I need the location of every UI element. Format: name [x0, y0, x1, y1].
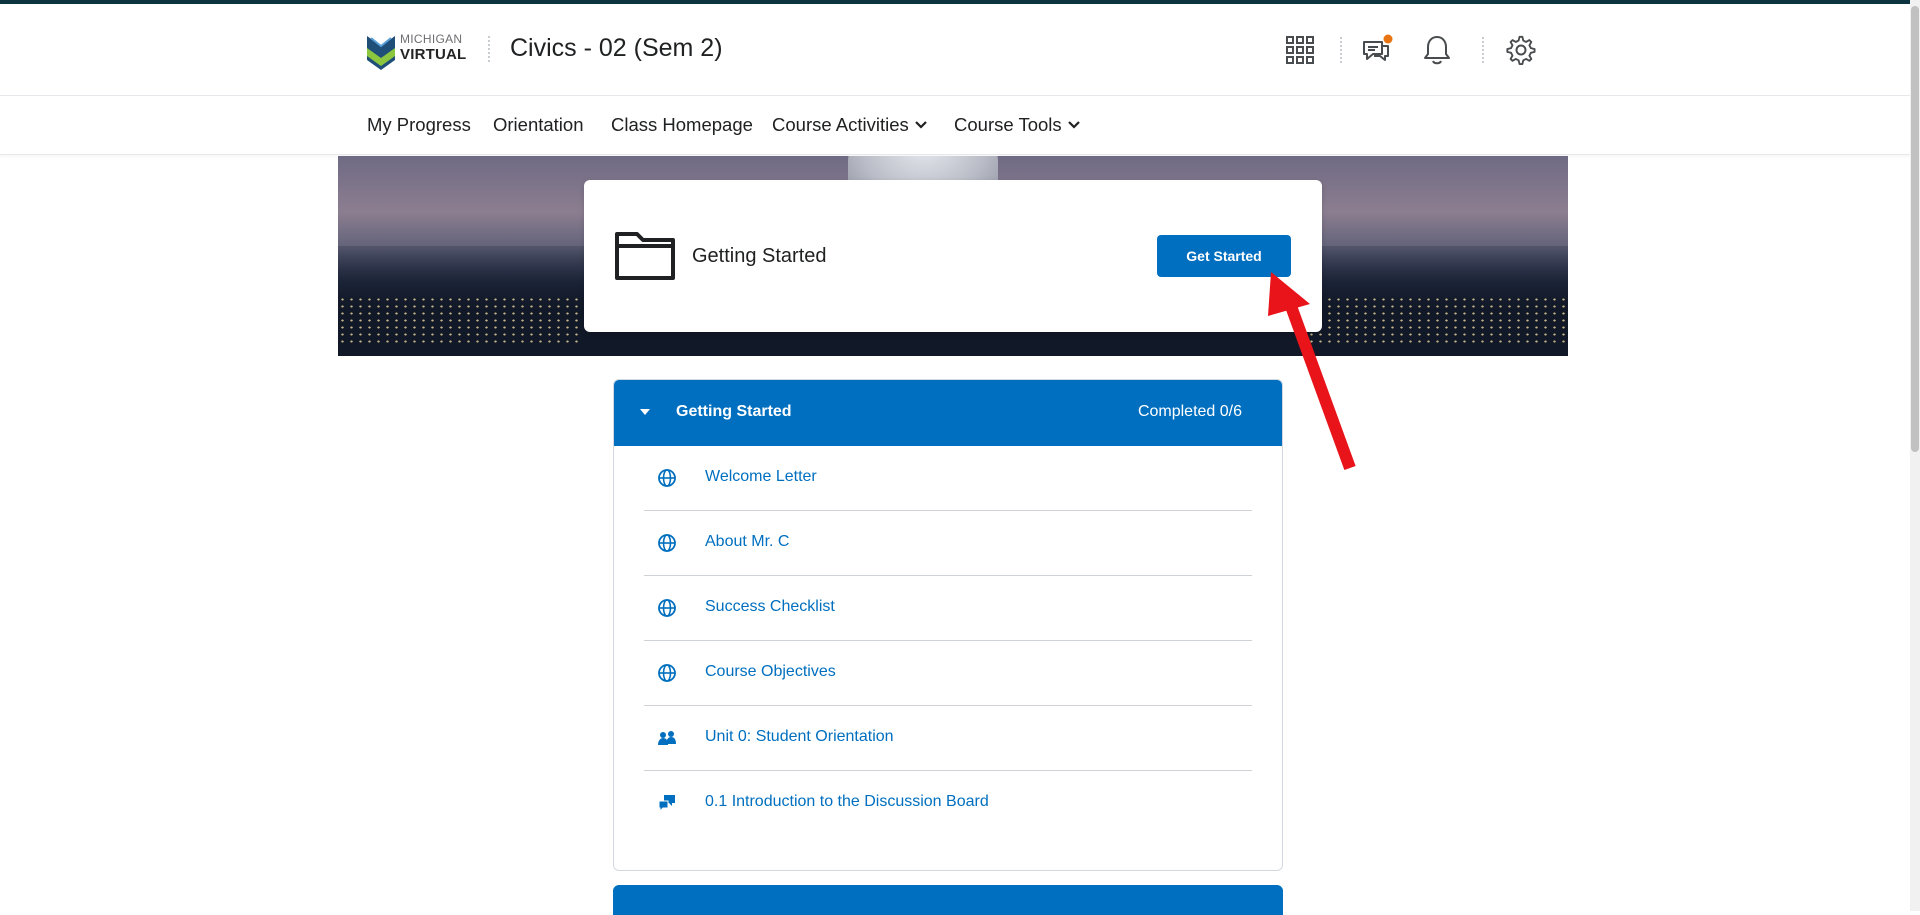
logo-text: MICHIGAN VIRTUAL [400, 33, 466, 62]
globe-icon [658, 664, 676, 682]
list-item[interactable]: Welcome Letter [644, 446, 1252, 511]
chevron-down-icon [914, 121, 927, 129]
completion-status: Completed 0/6 [1137, 403, 1242, 420]
discussion-icon [658, 795, 675, 813]
scrollbar-thumb[interactable] [1911, 6, 1919, 452]
nav-class-homepage[interactable]: Class Homepage [611, 114, 753, 136]
list-item[interactable]: Course Objectives [644, 641, 1252, 706]
item-link[interactable]: Welcome Letter [705, 468, 817, 486]
module-title: Getting Started [676, 403, 792, 420]
item-link[interactable]: Success Checklist [705, 598, 835, 616]
bell-icon[interactable] [1419, 32, 1455, 68]
caret-down-icon[interactable] [640, 409, 650, 415]
card-title: Getting Started [692, 245, 827, 267]
notification-dot [1383, 34, 1393, 44]
nav-course-activities[interactable]: Course Activities [772, 114, 927, 136]
page-scrollbar[interactable] [1910, 0, 1920, 911]
logo-line2: VIRTUAL [400, 46, 467, 63]
nav-label: Class Homepage [611, 114, 753, 135]
course-title[interactable]: Civics - 02 (Sem 2) [510, 34, 723, 63]
messages-icon[interactable] [1359, 32, 1395, 68]
waffle-grid-icon[interactable] [1282, 32, 1318, 68]
header-divider [1340, 37, 1344, 63]
logo-line1: MICHIGAN [400, 32, 463, 46]
chevron-down-icon [1067, 121, 1080, 129]
nav-label: My Progress [367, 114, 471, 135]
group-icon [658, 731, 676, 745]
globe-icon [658, 534, 676, 552]
nav-course-tools[interactable]: Course Tools [954, 114, 1080, 136]
folder-icon [615, 232, 675, 280]
getting-started-card: Getting Started Get Started [584, 180, 1322, 332]
nav-label: Orientation [493, 114, 584, 135]
nav-label: Course Tools [954, 114, 1062, 135]
city-lights [338, 296, 578, 346]
header-divider [1482, 37, 1486, 63]
module-getting-started: Getting Started Completed 0/6 Welcome Le… [613, 379, 1283, 871]
list-item[interactable]: Success Checklist [644, 576, 1252, 641]
list-item[interactable]: About Mr. C [644, 511, 1252, 576]
item-link[interactable]: About Mr. C [705, 533, 789, 551]
globe-icon [658, 469, 676, 487]
module-header[interactable]: Getting Started Completed 0/6 [614, 380, 1282, 446]
nav-my-progress[interactable]: My Progress [367, 114, 471, 136]
item-link[interactable]: Unit 0: Student Orientation [705, 728, 894, 746]
list-item[interactable]: Unit 0: Student Orientation [644, 706, 1252, 771]
item-link[interactable]: Course Objectives [705, 663, 836, 681]
header-bar: MICHIGAN VIRTUAL Civics - 02 (Sem 2) [0, 4, 1910, 96]
gear-icon[interactable] [1504, 32, 1540, 68]
nav-label: Course Activities [772, 114, 909, 135]
module-item-list: Welcome Letter About Mr. C Success Check… [644, 446, 1252, 835]
header-divider [488, 36, 492, 62]
nav-orientation[interactable]: Orientation [493, 114, 584, 136]
list-item[interactable]: 0.1 Introduction to the Discussion Board [644, 771, 1252, 835]
course-navbar: My Progress Orientation Class Homepage C… [0, 96, 1910, 155]
globe-icon [658, 599, 676, 617]
item-link[interactable]: 0.1 Introduction to the Discussion Board [705, 793, 989, 811]
